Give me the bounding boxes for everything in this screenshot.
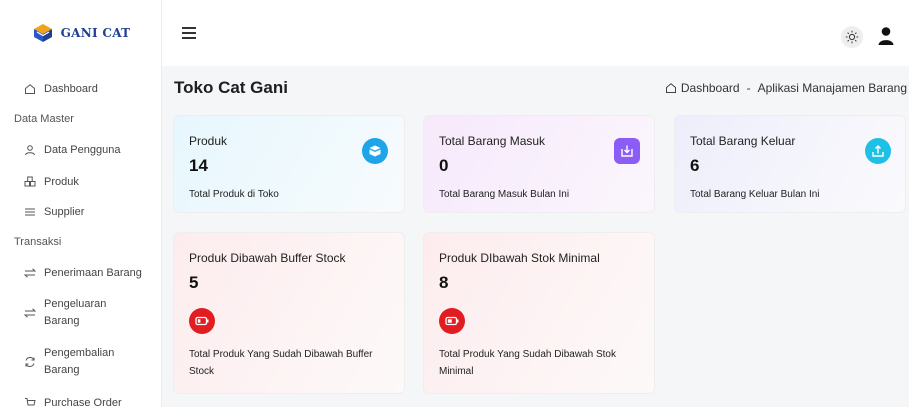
sidebar-item-produk[interactable]: Produk: [24, 176, 79, 188]
upload-icon: [865, 138, 891, 164]
breadcrumb: Dashboard - Aplikasi Manajamen Barang: [665, 81, 907, 95]
sidebar: GANI CAT Dashboard Data Master Data Peng…: [0, 0, 162, 407]
page-title: Toko Cat Gani: [174, 78, 288, 97]
sun-icon: [845, 30, 859, 44]
user-menu-button[interactable]: [877, 26, 895, 46]
card-description: Total Produk Yang Sudah Dibawah Stok Min…: [439, 346, 616, 380]
refresh-icon: [24, 356, 36, 368]
label-line-1: Pengeluaran: [44, 298, 107, 310]
sidebar-item-label: Penerimaan Barang: [44, 267, 142, 279]
sidebar-item-label: Purchase Order: [44, 397, 122, 407]
home-icon: [24, 83, 36, 95]
home-icon: [665, 83, 676, 93]
theme-toggle-button[interactable]: [841, 26, 863, 48]
sidebar-item-purchase-order[interactable]: Purchase Order: [24, 397, 122, 407]
card-value: 5: [189, 273, 199, 292]
sidebar-item-pengeluaran-barang[interactable]: Pengeluaran Barang: [24, 296, 106, 330]
desc-line-2: Stock: [189, 366, 215, 377]
brand-logo[interactable]: GANI CAT: [0, 0, 161, 66]
box-icon: [362, 138, 388, 164]
breadcrumb-separator: -: [746, 81, 751, 95]
sidebar-item-label: Supplier: [44, 206, 85, 218]
label-line-1: Pengembalian: [44, 347, 115, 359]
card-value: 14: [189, 156, 208, 175]
card-description: Total Produk Yang Sudah Dibawah Buffer S…: [189, 346, 372, 380]
breadcrumb-home[interactable]: Dashboard: [681, 81, 740, 95]
sidebar-item-label: Pengembalian Barang: [44, 345, 114, 379]
user-avatar-icon: [878, 27, 894, 45]
card-title: Total Barang Masuk: [439, 134, 546, 148]
breadcrumb-current: Aplikasi Manajamen Barang: [757, 81, 907, 95]
sidebar-item-pengembalian-barang[interactable]: Pengembalian Barang: [24, 345, 114, 379]
sidebar-item-data-pengguna[interactable]: Data Pengguna: [24, 144, 120, 156]
stat-card-barang-masuk: Total Barang Masuk 0 Total Barang Masuk …: [423, 115, 655, 213]
card-description: Total Barang Keluar Bulan Ini: [690, 189, 820, 200]
label-line-2: Barang: [44, 364, 80, 376]
sidebar-item-supplier[interactable]: Supplier: [24, 206, 84, 218]
card-title: Produk DIbawah Stok Minimal: [439, 251, 600, 265]
card-description: Total Barang Masuk Bulan Ini: [439, 189, 570, 200]
cart-icon: [24, 397, 36, 407]
list-icon: [24, 206, 36, 218]
download-icon: [614, 138, 640, 164]
card-description: Total Produk di Toko: [189, 189, 279, 200]
top-bar: [162, 0, 909, 66]
card-title: Produk Dibawah Buffer Stock: [189, 251, 346, 265]
label-line-2: Barang: [44, 315, 80, 327]
battery-low-icon: [439, 308, 465, 334]
stat-card-buffer-stock: Produk Dibawah Buffer Stock 5 Total Prod…: [173, 232, 405, 394]
paint-bucket-logo-icon: [33, 24, 52, 42]
sidebar-item-label: Produk: [44, 176, 79, 188]
sidebar-section-data-master: Data Master: [14, 113, 74, 125]
brand-name: GANI CAT: [60, 26, 131, 40]
battery-low-icon: [189, 308, 215, 334]
sidebar-item-label: Dashboard: [44, 83, 98, 95]
arrows-left-right-icon: [24, 307, 36, 319]
sidebar-item-label: Data Pengguna: [44, 144, 121, 156]
card-value: 6: [690, 156, 700, 175]
card-title: Total Barang Keluar: [690, 134, 796, 148]
stat-card-barang-keluar: Total Barang Keluar 6 Total Barang Kelua…: [674, 115, 906, 213]
sidebar-section-transaksi: Transaksi: [14, 236, 62, 248]
card-value: 8: [439, 273, 449, 292]
boxes-icon: [24, 176, 36, 188]
desc-line-1: Total Produk Yang Sudah Dibawah Buffer: [189, 349, 373, 360]
desc-line-2: Minimal: [439, 366, 474, 377]
sidebar-item-penerimaan-barang[interactable]: Penerimaan Barang: [24, 267, 142, 279]
arrows-left-right-icon: [24, 267, 36, 279]
desc-line-1: Total Produk Yang Sudah Dibawah Stok: [439, 349, 616, 360]
stat-card-produk: Produk 14 Total Produk di Toko: [173, 115, 405, 213]
sidebar-item-dashboard[interactable]: Dashboard: [24, 83, 98, 95]
menu-toggle-icon[interactable]: [182, 27, 196, 39]
card-title: Produk: [189, 134, 228, 148]
card-value: 0: [439, 156, 449, 175]
stat-card-stok-minimal: Produk DIbawah Stok Minimal 8 Total Prod…: [423, 232, 655, 394]
sidebar-item-label: Pengeluaran Barang: [44, 296, 106, 330]
user-icon: [24, 144, 36, 156]
